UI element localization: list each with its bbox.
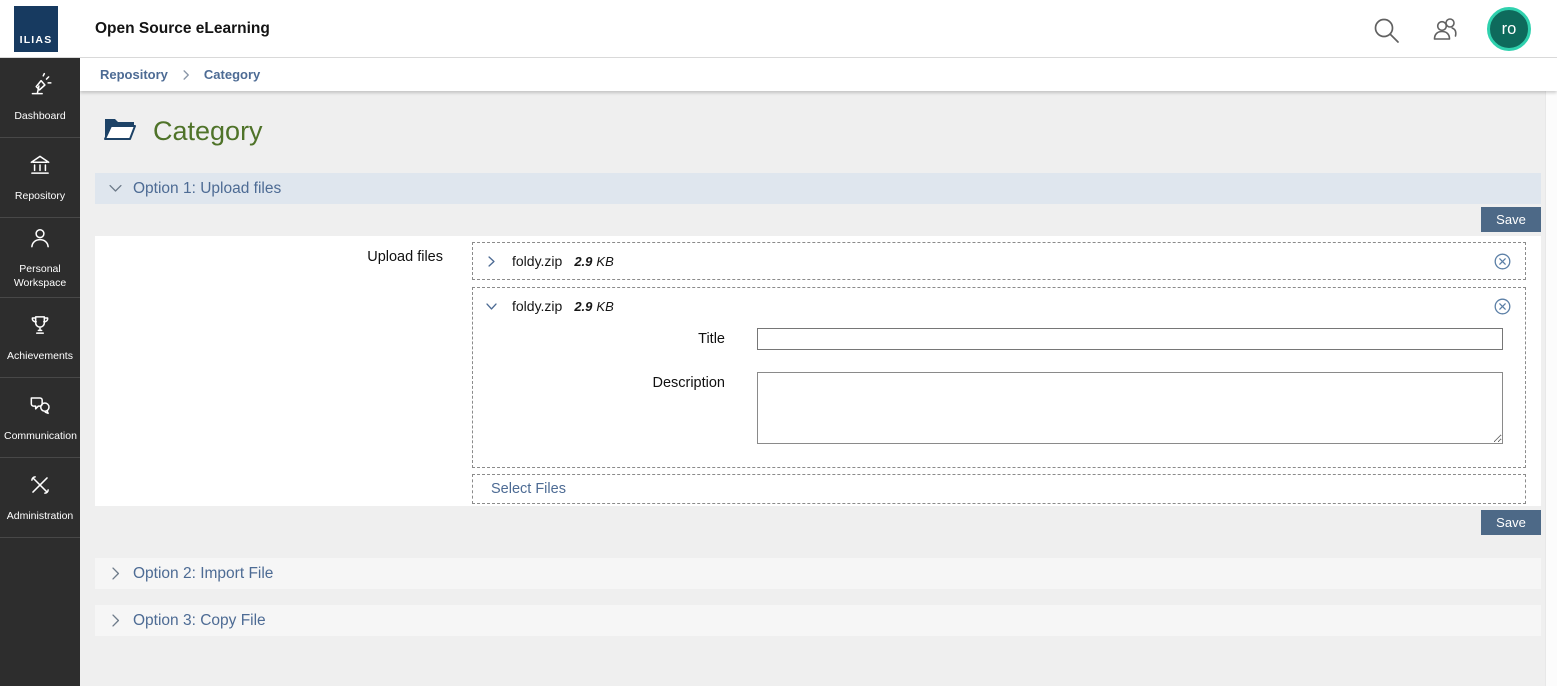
upload-form-panel: Upload files foldy.zip 2.9 KB — [95, 236, 1541, 506]
file-upload-widget: foldy.zip 2.9 KB foldy.zip 2.9 KB — [472, 236, 1526, 506]
accordion-label: Option 1: Upload files — [133, 180, 281, 198]
file-size-value: 2.9 — [574, 254, 592, 269]
trophy-icon — [27, 312, 53, 343]
file-size-unit: KB — [596, 299, 613, 314]
open-folder-icon — [103, 115, 137, 148]
accordion-label: Option 2: Import File — [133, 565, 273, 583]
save-button-bottom[interactable]: Save — [1481, 510, 1541, 535]
page-title: Category — [103, 115, 263, 148]
file-dropzone: Select Files — [472, 474, 1526, 504]
sidebar-item-achievements[interactable]: Achievements — [0, 298, 80, 378]
remove-file-icon[interactable] — [1494, 253, 1511, 270]
description-label: Description — [473, 372, 725, 444]
file-name: foldy.zip — [512, 253, 562, 269]
page-title-text: Category — [153, 116, 263, 147]
upload-files-field-label: Upload files — [95, 236, 472, 506]
file-size: 2.9 KB — [574, 299, 613, 314]
file-title-input[interactable] — [757, 328, 1503, 350]
main-sidebar: Dashboard Repository Personal Workspace … — [0, 58, 80, 686]
person-icon — [27, 225, 53, 256]
chevron-right-icon — [180, 69, 192, 81]
sidebar-item-label: Repository — [15, 190, 65, 203]
title-label: Title — [473, 328, 725, 350]
ilias-logo[interactable]: ILIAS — [14, 6, 58, 52]
select-files-button[interactable]: Select Files — [491, 481, 566, 497]
sidebar-item-personal-workspace[interactable]: Personal Workspace — [0, 218, 80, 298]
expand-file-icon[interactable] — [485, 255, 498, 268]
main-content: Category Option 1: Upload files Save Upl… — [80, 91, 1557, 686]
sidebar-item-label: Dashboard — [14, 110, 65, 123]
chevron-down-icon — [108, 181, 123, 196]
who-is-online-icon[interactable] — [1429, 15, 1463, 45]
file-name: foldy.zip — [512, 298, 562, 314]
scrollbar-track[interactable] — [1545, 91, 1557, 686]
institution-icon — [27, 152, 53, 183]
file-entry-expanded: foldy.zip 2.9 KB Title Description — [472, 287, 1526, 468]
accordion-label: Option 3: Copy File — [133, 612, 266, 630]
file-entry-collapsed: foldy.zip 2.9 KB — [472, 242, 1526, 280]
sidebar-item-communication[interactable]: Communication — [0, 378, 80, 458]
sidebar-item-label: Achievements — [7, 350, 73, 363]
app-title: Open Source eLearning — [95, 0, 270, 58]
tools-icon — [27, 472, 53, 503]
sidebar-item-administration[interactable]: Administration — [0, 458, 80, 538]
accordion-option1-upload-files[interactable]: Option 1: Upload files — [95, 173, 1541, 204]
file-size-value: 2.9 — [574, 299, 592, 314]
breadcrumb: Repository Category — [80, 58, 1557, 91]
file-description-textarea[interactable] — [757, 372, 1503, 444]
file-title-row: Title — [473, 328, 1525, 350]
accordion-option3-copy-file[interactable]: Option 3: Copy File — [95, 605, 1541, 636]
chevron-right-icon — [108, 566, 123, 581]
save-button-top[interactable]: Save — [1481, 207, 1541, 232]
sidebar-item-label: Communication — [4, 430, 76, 443]
chevron-right-icon — [108, 613, 123, 628]
avatar[interactable]: ro — [1487, 7, 1531, 51]
breadcrumb-repository[interactable]: Repository — [100, 67, 168, 82]
accordion-option2-import-file[interactable]: Option 2: Import File — [95, 558, 1541, 589]
sidebar-item-label: Administration — [7, 510, 74, 523]
file-size: 2.9 KB — [574, 254, 613, 269]
sidebar-item-dashboard[interactable]: Dashboard — [0, 58, 80, 138]
search-icon[interactable] — [1371, 15, 1401, 45]
sidebar-item-label: Personal Workspace — [4, 263, 76, 289]
file-description-row: Description — [473, 372, 1525, 444]
lamp-icon — [27, 72, 53, 103]
speech-bubbles-icon — [27, 392, 53, 423]
sidebar-item-repository[interactable]: Repository — [0, 138, 80, 218]
collapse-file-icon[interactable] — [485, 300, 498, 313]
top-bar: ILIAS Open Source eLearning ro — [0, 0, 1557, 58]
file-size-unit: KB — [596, 254, 613, 269]
remove-file-icon[interactable] — [1494, 298, 1511, 315]
breadcrumb-category[interactable]: Category — [204, 67, 260, 82]
